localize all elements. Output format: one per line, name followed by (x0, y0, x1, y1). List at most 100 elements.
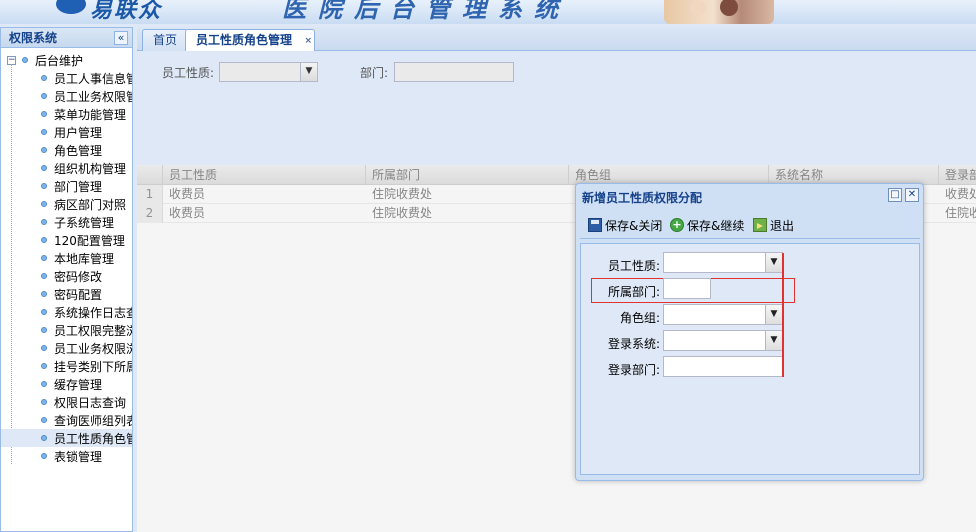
role-group-select[interactable]: ▼ (663, 304, 783, 325)
chevron-down-icon[interactable]: ▼ (765, 331, 782, 350)
sidebar-item[interactable]: 员工人事信息管 (1, 69, 132, 87)
node-icon (41, 417, 47, 423)
sidebar-item[interactable]: 员工业务权限浏 (1, 339, 132, 357)
sidebar-item-label: 本地库管理 (54, 251, 115, 266)
sidebar-item[interactable]: 员工业务权限管 (1, 87, 132, 105)
sidebar-item-label: 120配置管理 (54, 233, 125, 248)
logo-text: 易联众 (90, 0, 163, 23)
left-nav-header: 权限系统 « (1, 28, 132, 48)
login-system-select[interactable]: ▼ (663, 330, 783, 351)
sidebar-item-label: 员工人事信息管 (54, 71, 132, 86)
chevron-down-icon[interactable]: ▼ (765, 305, 782, 324)
add-icon: + (670, 218, 684, 232)
sidebar-item-label: 员工性质角色管 (54, 431, 132, 446)
sidebar-item-label: 子系统管理 (54, 215, 115, 230)
sidebar-item[interactable]: 查询医师组列表 (1, 411, 132, 429)
sidebar-item[interactable]: 用户管理 (1, 123, 132, 141)
node-icon (41, 363, 47, 369)
sidebar-item[interactable]: 组织机构管理 (1, 159, 132, 177)
dialog-toolbar: 保存&关闭 + 保存&继续 退出 (580, 211, 920, 239)
sidebar-item-label: 用户管理 (54, 125, 103, 140)
collapse-panel-button[interactable]: « (114, 31, 128, 45)
tab-label: 首页 (153, 33, 178, 47)
dept-input[interactable] (663, 278, 711, 299)
banner-title: 医院后台管理系统 (282, 0, 570, 23)
node-icon (41, 75, 47, 81)
close-icon[interactable]: ✕ (905, 188, 919, 202)
tab-employee-nature-role[interactable]: 员工性质角色管理 × (185, 29, 316, 51)
node-icon (41, 399, 47, 405)
exit-icon (753, 218, 767, 232)
node-icon (41, 111, 47, 117)
maximize-icon[interactable]: □ (888, 188, 902, 202)
sidebar-item-label: 病区部门对照 (54, 197, 127, 212)
dialog-title: 新增员工性质权限分配 (582, 191, 703, 205)
sidebar-item[interactable]: 120配置管理 (1, 231, 132, 249)
field-label-dept: 所属部门: (607, 285, 660, 299)
dialog-header: 新增员工性质权限分配 □ ✕ (576, 184, 923, 208)
chevron-down-icon[interactable]: ▼ (765, 253, 782, 272)
highlight-line (782, 253, 784, 377)
login-dept-input[interactable] (663, 356, 783, 377)
tab-strip: 首页 员工性质角色管理 × (137, 27, 976, 51)
dialog-form: 员工性质: ▼ 所属部门: 角色组: ▼ 登录系统: ▼ 登录部门: (580, 243, 920, 475)
sidebar-item[interactable]: 部门管理 (1, 177, 132, 195)
save-close-button[interactable]: 保存&关闭 (588, 216, 662, 234)
chevron-down-icon[interactable]: ▼ (300, 63, 317, 81)
sidebar-item[interactable]: 缓存管理 (1, 375, 132, 393)
node-icon (41, 435, 47, 441)
tree-root-node[interactable]: − 后台维护 (1, 51, 132, 69)
sidebar-item[interactable]: 密码配置 (1, 285, 132, 303)
banner-photo-person (720, 0, 738, 16)
sidebar-item-label: 缓存管理 (54, 377, 103, 392)
sidebar-item-label: 角色管理 (54, 143, 103, 158)
node-icon (41, 255, 47, 261)
sidebar-item[interactable]: 密码修改 (1, 267, 132, 285)
node-icon (41, 93, 47, 99)
sidebar-item[interactable]: 挂号类别下所属 (1, 357, 132, 375)
field-label-login-dept: 登录部门: (607, 363, 660, 377)
sidebar-item[interactable]: 菜单功能管理 (1, 105, 132, 123)
field-label-login-system: 登录系统: (607, 337, 660, 351)
sidebar-item[interactable]: 角色管理 (1, 141, 132, 159)
filter-dept-input[interactable] (394, 62, 514, 82)
logo: 易联众 (56, 0, 186, 23)
sidebar-item[interactable]: 子系统管理 (1, 213, 132, 231)
sidebar-item[interactable]: 权限日志查询 (1, 393, 132, 411)
node-icon (41, 201, 47, 207)
sidebar-item[interactable]: 员工性质角色管 (1, 429, 132, 447)
field-label-nature: 员工性质: (607, 259, 660, 273)
sidebar-item[interactable]: 系统操作日志查 (1, 303, 132, 321)
exit-button[interactable]: 退出 (753, 216, 794, 234)
sidebar-item-label: 员工权限完整浏 (54, 323, 132, 338)
sidebar-item-label: 员工业务权限浏 (54, 341, 132, 356)
filter-panel: 员工性质: ▼ 部门: (137, 52, 976, 162)
node-icon (22, 57, 28, 63)
node-icon (41, 273, 47, 279)
nav-tree: − 后台维护 员工人事信息管 员工业务权限管 菜单功能管理用户管理角色管理 组织机构管… (1, 48, 132, 465)
node-icon (41, 147, 47, 153)
logo-mark (56, 0, 86, 14)
sidebar-item[interactable]: 表锁管理 (1, 447, 132, 465)
node-icon (41, 219, 47, 225)
banner-photo (664, 0, 774, 24)
node-icon (41, 291, 47, 297)
tab-home[interactable]: 首页 (142, 29, 189, 51)
nature-select[interactable]: ▼ (663, 252, 783, 273)
app-header: 易联众 医院后台管理系统 (0, 0, 976, 24)
node-icon (41, 327, 47, 333)
close-tab-icon[interactable]: × (304, 31, 312, 51)
sidebar-item[interactable]: 员工权限完整浏 (1, 321, 132, 339)
exit-label: 退出 (770, 218, 795, 233)
sidebar-item-label: 员工业务权限管 (54, 89, 132, 104)
node-icon (41, 309, 47, 315)
node-icon (41, 183, 47, 189)
filter-nature-label: 员工性质: (162, 66, 215, 80)
save-continue-button[interactable]: + 保存&继续 (670, 216, 744, 234)
sidebar-item[interactable]: 本地库管理 (1, 249, 132, 267)
filter-nature-select[interactable]: ▼ (219, 62, 318, 82)
sidebar-item[interactable]: 病区部门对照 (1, 195, 132, 213)
save-continue-label: 保存&继续 (687, 218, 745, 233)
tab-label: 员工性质角色管理 (196, 33, 293, 47)
sidebar-item-label: 部门管理 (54, 179, 103, 194)
